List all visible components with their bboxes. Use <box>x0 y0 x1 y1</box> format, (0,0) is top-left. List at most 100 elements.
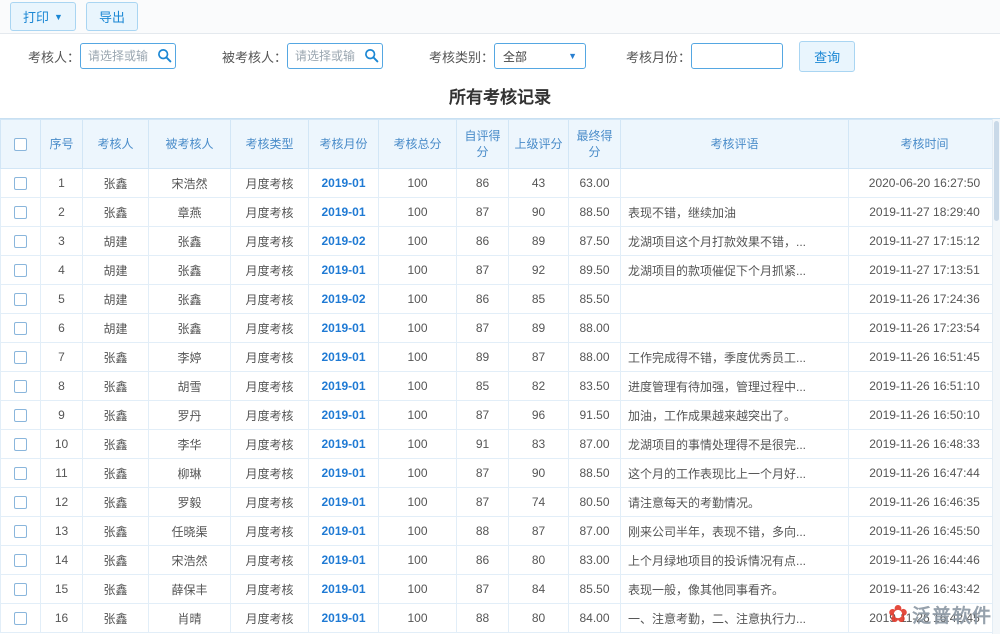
cell-total: 100 <box>379 198 457 227</box>
cell-month: 2019-01 <box>309 459 379 488</box>
row-checkbox[interactable] <box>14 264 27 277</box>
row-checkbox[interactable] <box>14 612 27 625</box>
row-checkbox[interactable] <box>14 583 27 596</box>
row-checkbox[interactable] <box>14 496 27 509</box>
month-link[interactable]: 2019-01 <box>321 495 365 509</box>
column-header-final_score: 最终得分 <box>569 120 621 169</box>
cell-comment <box>621 314 849 343</box>
row-checkbox[interactable] <box>14 467 27 480</box>
row-checkbox[interactable] <box>14 235 27 248</box>
cell-final_score: 88.50 <box>569 198 621 227</box>
cell-assessee: 薛保丰 <box>149 575 231 604</box>
month-link[interactable]: 2019-02 <box>321 234 365 248</box>
row-checkbox[interactable] <box>14 525 27 538</box>
row-checkbox[interactable] <box>14 177 27 190</box>
cell-superior_score: 92 <box>509 256 569 285</box>
cell-assessee: 张鑫 <box>149 256 231 285</box>
select-all-checkbox[interactable] <box>14 138 27 151</box>
row-select-cell <box>1 227 41 256</box>
month-link[interactable]: 2019-01 <box>321 176 365 190</box>
month-link[interactable]: 2019-01 <box>321 321 365 335</box>
cell-seq: 9 <box>41 401 83 430</box>
cell-assessee: 柳琳 <box>149 459 231 488</box>
cell-seq: 1 <box>41 169 83 198</box>
cell-self_score: 88 <box>457 604 509 633</box>
cell-superior_score: 89 <box>509 227 569 256</box>
cell-self_score: 87 <box>457 401 509 430</box>
cell-comment: 龙湖项目的款项催促下个月抓紧... <box>621 256 849 285</box>
cell-final_score: 87.50 <box>569 227 621 256</box>
row-select-cell <box>1 314 41 343</box>
cell-month: 2019-01 <box>309 488 379 517</box>
cell-time: 2019-11-26 16:46:35 <box>849 488 1000 517</box>
month-link[interactable]: 2019-01 <box>321 582 365 596</box>
cell-assessee: 宋浩然 <box>149 546 231 575</box>
month-link[interactable]: 2019-01 <box>321 379 365 393</box>
cell-seq: 16 <box>41 604 83 633</box>
month-link[interactable]: 2019-01 <box>321 350 365 364</box>
query-button[interactable]: 查询 <box>799 41 855 72</box>
column-header-assessor: 考核人 <box>83 120 149 169</box>
cell-seq: 5 <box>41 285 83 314</box>
cell-type: 月度考核 <box>231 256 309 285</box>
cell-assessee: 肖晴 <box>149 604 231 633</box>
cell-self_score: 87 <box>457 459 509 488</box>
row-checkbox[interactable] <box>14 206 27 219</box>
month-link[interactable]: 2019-01 <box>321 205 365 219</box>
cell-assessor: 胡建 <box>83 285 149 314</box>
month-link[interactable]: 2019-01 <box>321 263 365 277</box>
row-checkbox[interactable] <box>14 293 27 306</box>
print-button[interactable]: 打印 ▼ <box>10 2 76 31</box>
export-button[interactable]: 导出 <box>86 2 138 31</box>
cell-seq: 14 <box>41 546 83 575</box>
cell-type: 月度考核 <box>231 198 309 227</box>
scrollbar-thumb[interactable] <box>994 121 999 221</box>
cell-final_score: 80.50 <box>569 488 621 517</box>
category-select[interactable]: 全部 ▼ <box>494 43 586 69</box>
cell-self_score: 86 <box>457 546 509 575</box>
column-header-month: 考核月份 <box>309 120 379 169</box>
table-row: 7张鑫李婷月度考核2019-01100898788.00工作完成得不错，季度优秀… <box>1 343 1000 372</box>
cell-total: 100 <box>379 430 457 459</box>
vertical-scrollbar[interactable] <box>992 119 1000 634</box>
month-link[interactable]: 2019-02 <box>321 292 365 306</box>
cell-final_score: 87.00 <box>569 517 621 546</box>
row-select-cell <box>1 430 41 459</box>
cell-self_score: 87 <box>457 314 509 343</box>
month-link[interactable]: 2019-01 <box>321 611 365 625</box>
month-input[interactable] <box>691 43 783 69</box>
cell-final_score: 88.00 <box>569 343 621 372</box>
month-link[interactable]: 2019-01 <box>321 524 365 538</box>
row-checkbox[interactable] <box>14 409 27 422</box>
cell-self_score: 86 <box>457 285 509 314</box>
table-row: 5胡建张鑫月度考核2019-02100868585.502019-11-26 1… <box>1 285 1000 314</box>
cell-type: 月度考核 <box>231 604 309 633</box>
cell-month: 2019-01 <box>309 256 379 285</box>
table-row: 8张鑫胡雪月度考核2019-01100858283.50进度管理有待加强，管理过… <box>1 372 1000 401</box>
cell-assessee: 张鑫 <box>149 285 231 314</box>
search-icon[interactable] <box>364 48 379 63</box>
cell-total: 100 <box>379 459 457 488</box>
cell-superior_score: 90 <box>509 459 569 488</box>
row-checkbox[interactable] <box>14 351 27 364</box>
month-link[interactable]: 2019-01 <box>321 408 365 422</box>
row-checkbox[interactable] <box>14 438 27 451</box>
cell-superior_score: 87 <box>509 343 569 372</box>
cell-month: 2019-01 <box>309 401 379 430</box>
row-checkbox[interactable] <box>14 554 27 567</box>
month-link[interactable]: 2019-01 <box>321 437 365 451</box>
cell-time: 2019-11-27 18:29:40 <box>849 198 1000 227</box>
row-checkbox[interactable] <box>14 380 27 393</box>
cell-total: 100 <box>379 343 457 372</box>
row-checkbox[interactable] <box>14 322 27 335</box>
cell-comment: 龙湖项目这个月打款效果不错，... <box>621 227 849 256</box>
month-link[interactable]: 2019-01 <box>321 553 365 567</box>
cell-assessor: 张鑫 <box>83 459 149 488</box>
cell-assessee: 胡雪 <box>149 372 231 401</box>
month-link[interactable]: 2019-01 <box>321 466 365 480</box>
cell-final_score: 88.00 <box>569 314 621 343</box>
cell-time: 2019-11-26 16:45:50 <box>849 517 1000 546</box>
search-icon[interactable] <box>157 48 172 63</box>
cell-comment: 一、注意考勤，二、注意执行力... <box>621 604 849 633</box>
cell-month: 2019-01 <box>309 343 379 372</box>
